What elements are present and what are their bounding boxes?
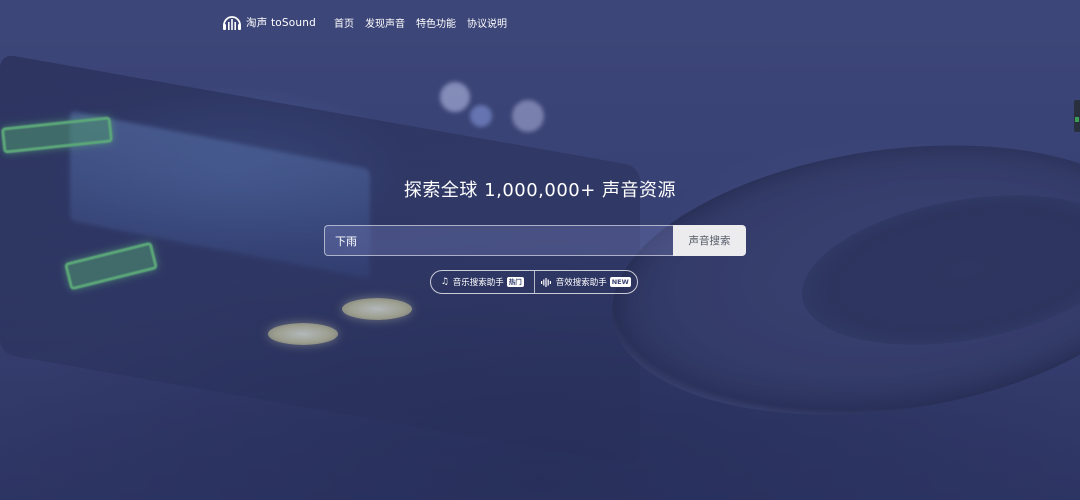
search-input[interactable] [324,225,673,256]
main-nav: 首页 发现声音 特色功能 协议说明 [334,15,518,30]
new-badge: NEW [609,277,631,287]
page: 淘声 toSound 首页 发现声音 特色功能 协议说明 探索全球 1,000,… [0,0,1080,500]
site-logo[interactable]: 淘声 toSound [222,13,316,31]
side-tab-indicator [1075,117,1079,122]
music-search-assistant-button[interactable]: ♫ 音乐搜索助手 热门 [431,271,534,293]
hot-badge: 热门 [506,277,524,287]
side-extension-tab[interactable] [1074,100,1080,132]
nav-item-terms[interactable]: 协议说明 [467,15,507,30]
hero-title: 探索全球 1,000,000+ 声音资源 [403,180,677,201]
nav-item-discover[interactable]: 发现声音 [365,15,405,30]
nav-item-home[interactable]: 首页 [334,15,354,30]
logo-text: 淘声 toSound [246,16,316,29]
search-assistants: ♫ 音乐搜索助手 热门 音效搜索助手 NEW [430,270,638,294]
top-nav-bar: 淘声 toSound 首页 发现声音 特色功能 协议说明 [222,12,518,32]
sfx-search-assistant-button[interactable]: 音效搜索助手 NEW [535,271,638,293]
assistant-label: 音乐搜索助手 [452,278,504,288]
nav-item-features[interactable]: 特色功能 [416,15,456,30]
sound-wave-icon [540,277,551,287]
music-note-icon: ♫ [440,277,449,287]
search-button[interactable]: 声音搜索 [673,225,746,256]
headphones-logo-icon [223,16,241,30]
search-bar: 声音搜索 [324,225,746,256]
assistant-label: 音效搜索助手 [555,278,607,288]
